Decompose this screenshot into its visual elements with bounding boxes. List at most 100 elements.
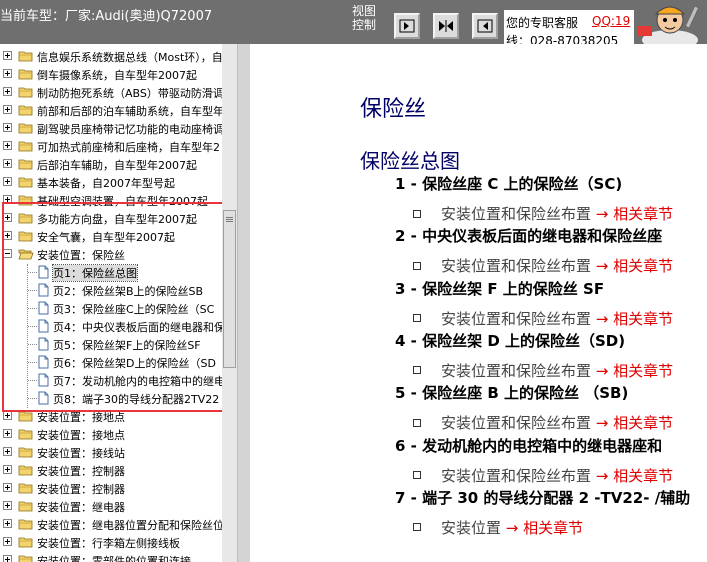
tree-item-label: 基本装备，自2007年型号起 <box>37 177 175 190</box>
tree-item-label: 安装位置：继电器 <box>37 501 125 514</box>
tree-item-label: 安装位置：接地点 <box>37 411 125 424</box>
tree-branch-line <box>28 290 37 291</box>
expand-icon[interactable] <box>3 447 12 456</box>
arrow-right-bar-icon <box>399 19 415 33</box>
related-chapter-link[interactable]: → 相关章节 <box>596 257 673 275</box>
expand-icon[interactable] <box>3 537 12 546</box>
tree-item-label: 信息娱乐系统数据总线（Most环），自 <box>37 51 223 64</box>
support-phone: 线：028-87038205 <box>506 34 619 44</box>
top-toolbar: 当前车型：厂家:Audi(奥迪)Q72007 视图控制 您的专职客服 QQ:19… <box>0 0 707 50</box>
grip-icon <box>226 217 233 218</box>
fuse-item-detail: 安装位置和保险丝布置 → 相关章节 <box>413 203 673 224</box>
page-icon <box>38 391 49 405</box>
fuse-item-detail: 安装位置和保险丝布置 → 相关章节 <box>413 255 673 276</box>
expand-icon[interactable] <box>3 411 12 420</box>
support-box: 您的专职客服 QQ:19 线：028-87038205 <box>504 10 634 44</box>
folder-icon <box>18 537 33 548</box>
expand-icon[interactable] <box>3 555 12 562</box>
fuse-item-title: 3 - 保险丝架 F 上的保险丝 SF <box>395 279 605 298</box>
expand-icon[interactable] <box>3 213 12 222</box>
tree-branch-line <box>28 308 37 309</box>
tree-item-label: 页8：端子30的导线分配器2TV22 <box>53 393 220 406</box>
tree-item-label: 安装位置：接地点 <box>37 429 125 442</box>
folder-icon <box>18 105 33 116</box>
panel-left-button[interactable] <box>472 13 498 39</box>
folder-icon <box>18 429 33 440</box>
folder-icon <box>18 555 33 562</box>
folder-icon <box>18 123 33 134</box>
expand-icon[interactable] <box>3 51 12 60</box>
fuse-item-detail: 安装位置和保险丝布置 → 相关章节 <box>413 465 673 486</box>
panel-split-button[interactable] <box>433 13 459 39</box>
square-bullet-icon <box>413 471 421 479</box>
fuse-item-detail: 安装位置 → 相关章节 <box>413 517 583 538</box>
tree-panel[interactable]: 信息娱乐系统数据总线（Most环），自 倒车摄像系统，自车型年2007起 制动防抱死… <box>0 44 237 562</box>
tree-item-label: 安装位置：继电器位置分配和保险丝位 <box>37 519 224 532</box>
expand-icon[interactable] <box>3 141 12 150</box>
expand-icon[interactable] <box>3 123 12 132</box>
tree-branch-line <box>28 344 37 345</box>
tree-item-label: 基础型空调装置，自车型年2007起 <box>37 195 208 208</box>
folder-icon <box>18 465 33 476</box>
tree-guide-line <box>27 264 28 408</box>
fuse-item-detail: 安装位置和保险丝布置 → 相关章节 <box>413 308 673 329</box>
expand-icon[interactable] <box>3 429 12 438</box>
expand-icon[interactable] <box>3 159 12 168</box>
folder-open-icon <box>18 249 34 260</box>
folder-icon <box>18 519 33 530</box>
expand-icon[interactable] <box>3 69 12 78</box>
fuse-item-title: 7 - 端子 30 的导线分配器 2 -TV22- /辅助 <box>395 488 691 507</box>
page-title: 保险丝 <box>360 97 427 122</box>
fuse-item-title: 5 - 保险丝座 B 上的保险丝 （SB) <box>395 384 629 403</box>
detail-text: 安装位置和保险丝布置 <box>441 309 592 328</box>
expand-icon[interactable] <box>3 519 12 528</box>
tree-item-label: 页3：保险丝座C上的保险丝（SC <box>53 303 215 316</box>
folder-icon <box>18 483 33 494</box>
related-chapter-link[interactable]: → 相关章节 <box>596 467 673 485</box>
square-bullet-icon <box>413 523 421 532</box>
related-chapter-link[interactable]: → 相关章节 <box>596 205 673 223</box>
page-icon <box>38 283 49 297</box>
section-title: 保险丝总图 <box>360 149 460 173</box>
related-chapter-link[interactable]: → 相关章节 <box>596 362 673 380</box>
folder-icon <box>18 51 33 62</box>
collapse-icon[interactable] <box>3 249 12 258</box>
expand-icon[interactable] <box>3 87 12 96</box>
expand-icon[interactable] <box>3 231 12 240</box>
tree-item-label: 前部和后部的泊车辅助系统，自车型年 <box>37 105 224 118</box>
fuse-item-title: 2 - 中央仪表板后面的继电器和保险丝座 <box>395 227 663 246</box>
expand-icon[interactable] <box>3 177 12 186</box>
tree-item-label: 安装位置：零部件的位置和连接 <box>37 555 191 562</box>
fuse-item-title: 4 - 保险丝架 D 上的保险丝（SD) <box>395 331 626 350</box>
detail-text: 安装位置和保险丝布置 <box>441 466 592 485</box>
detail-text: 安装位置 <box>441 518 502 537</box>
folder-icon <box>18 195 33 206</box>
scrollbar-thumb[interactable] <box>223 210 236 368</box>
folder-icon <box>18 501 33 512</box>
tree-branch-line <box>28 380 37 381</box>
related-chapter-link[interactable]: → 相关章节 <box>596 414 673 432</box>
tree-item-label: 多功能方向盘，自车型年2007起 <box>37 213 197 226</box>
panel-splitter[interactable] <box>237 44 250 562</box>
support-qq-link[interactable]: QQ:19 <box>592 14 630 28</box>
arrow-left-bar-icon <box>477 19 493 33</box>
related-chapter-link[interactable]: → 相关章节 <box>506 519 583 537</box>
expand-icon[interactable] <box>3 465 12 474</box>
square-bullet-icon <box>413 261 421 270</box>
expand-icon[interactable] <box>3 105 12 114</box>
detail-text: 安装位置和保险丝布置 <box>441 361 592 380</box>
page-icon <box>38 355 49 369</box>
tree-item-label: 页5：保险丝架F上的保险丝SF <box>53 339 201 352</box>
tree-scrollbar[interactable] <box>222 44 237 562</box>
tree-branch-line <box>28 398 37 399</box>
car-model-label: 当前车型：厂家:Audi(奥迪)Q72007 <box>0 9 213 24</box>
page-icon <box>38 373 49 387</box>
expand-icon[interactable] <box>3 483 12 492</box>
expand-icon[interactable] <box>3 501 12 510</box>
square-bullet-icon <box>413 366 421 375</box>
mascot-illustration <box>634 0 707 50</box>
expand-icon[interactable] <box>3 195 12 204</box>
related-chapter-link[interactable]: → 相关章节 <box>596 310 673 328</box>
tree-item-label: 安装位置：行李箱左侧接线板 <box>37 537 180 550</box>
panel-right-button[interactable] <box>394 13 420 39</box>
